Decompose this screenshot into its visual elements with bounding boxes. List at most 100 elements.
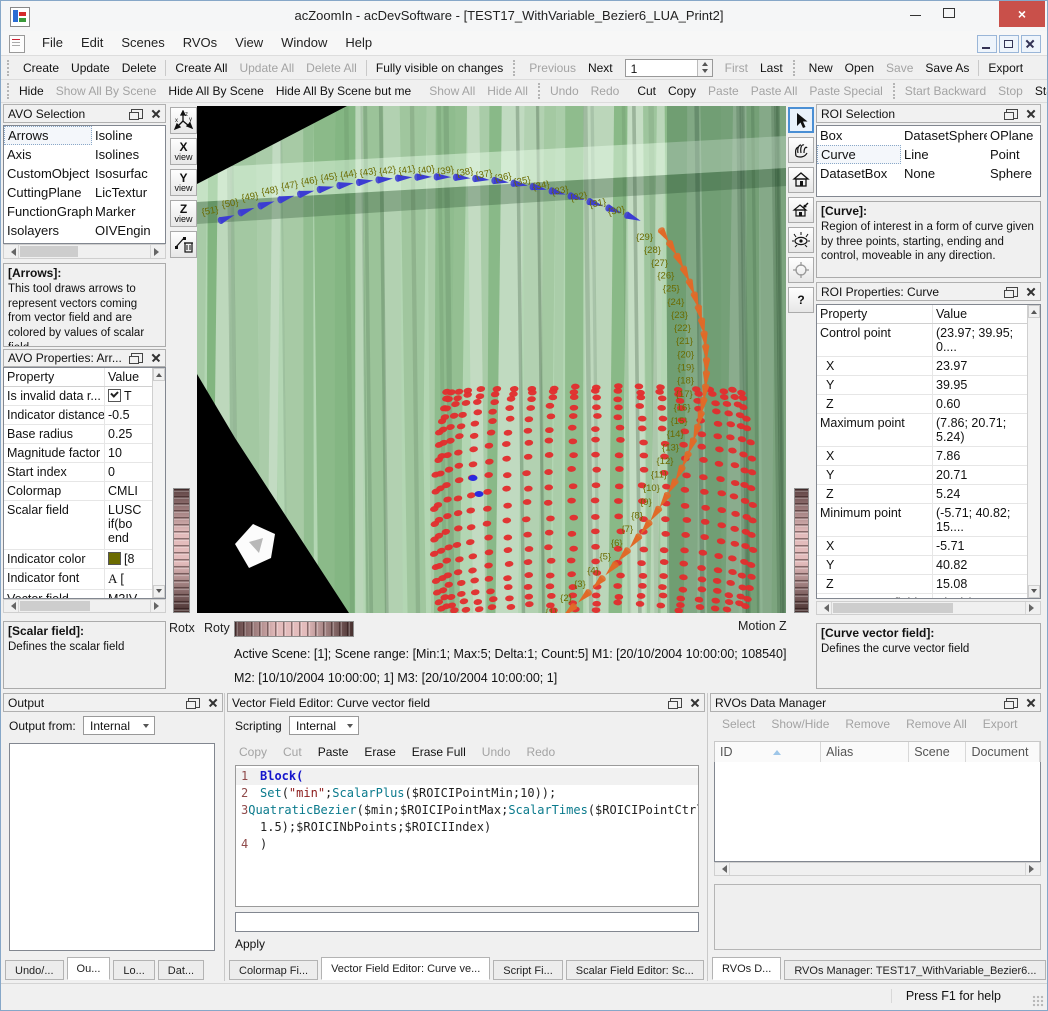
delete-curve-button[interactable] [170, 231, 197, 258]
list-item-lictextur[interactable]: LicTextur [92, 183, 162, 202]
tab-scalar-field-editor-sc[interactable]: Scalar Field Editor: Sc... [566, 960, 704, 980]
menu-button-erase[interactable]: Erase [356, 745, 403, 759]
float-panel-icon[interactable] [1006, 287, 1018, 297]
list-item-cuttingplane[interactable]: CuttingPlane [4, 183, 92, 202]
menu-file[interactable]: File [33, 31, 72, 55]
list-item-isoline[interactable]: Isoline [92, 126, 162, 145]
toolbar-grip[interactable] [538, 83, 540, 99]
close-panel-icon[interactable] [1026, 109, 1036, 119]
list-item-datasetbox[interactable]: DatasetBox [817, 164, 901, 183]
y-view-button[interactable]: Y view [170, 169, 197, 196]
viewer-help-button[interactable]: ? [788, 287, 814, 313]
x-view-button[interactable]: X view [170, 138, 197, 165]
close-panel-icon[interactable] [151, 353, 161, 363]
toolbar-button-create-all[interactable]: Create All [169, 61, 233, 75]
pan-tool-button[interactable] [788, 137, 814, 163]
toolbar-button-delete[interactable]: Delete [116, 61, 163, 75]
list-item-line[interactable]: Line [901, 145, 987, 164]
float-panel-icon[interactable] [1006, 698, 1018, 708]
toolbar-grip[interactable] [7, 60, 13, 76]
toolbar-button-hide[interactable]: Hide [13, 84, 50, 98]
close-panel-icon[interactable] [690, 698, 700, 708]
menu-rvos[interactable]: RVOs [174, 31, 226, 55]
avo-table-vscrollbar[interactable] [152, 368, 165, 598]
toolbar-grip[interactable] [7, 83, 9, 99]
property-row-vector-field[interactable]: Vector fieldM3!V [4, 590, 165, 599]
list-item-isosurfac[interactable]: Isosurfac [92, 164, 162, 183]
rvos-table-hscrollbar[interactable] [714, 862, 1041, 876]
property-row-z[interactable]: Z0.60 [817, 395, 1040, 414]
close-panel-icon[interactable] [1026, 287, 1036, 297]
avo-selection-list[interactable]: ArrowsIsolineAxisIsolinesCustomObjectIso… [3, 125, 166, 244]
scroll-left-icon[interactable] [4, 600, 19, 612]
scroll-right-icon[interactable] [150, 600, 165, 612]
roi-table-vscrollbar[interactable] [1027, 305, 1040, 598]
property-row-curve-vector-field[interactable]: Curve vector fieldBlock( Set("min";Scala… [817, 594, 1040, 599]
menu-help[interactable]: Help [336, 31, 381, 55]
mdi-minimize-button[interactable] [977, 35, 997, 53]
maximize-button[interactable] [933, 1, 965, 25]
toolbar-button-last[interactable]: Last [754, 61, 789, 75]
float-panel-icon[interactable] [1006, 109, 1018, 119]
scroll-left-icon[interactable] [817, 602, 832, 614]
toolbar-button-cut[interactable]: Cut [631, 84, 662, 98]
menu-scenes[interactable]: Scenes [112, 31, 173, 55]
toolbar-button-hide-all-by-scene-but-me[interactable]: Hide All By Scene but me [270, 84, 417, 98]
toolbar-button-save-as[interactable]: Save As [919, 61, 975, 75]
toolbar-button-create[interactable]: Create [17, 61, 65, 75]
pointer-tool-button[interactable] [788, 107, 814, 133]
avo-properties-table[interactable]: PropertyValueIs invalid data r...TIndica… [3, 367, 166, 599]
tab-rvos-manager-test17-withvariable-bezier6[interactable]: RVOs Manager: TEST17_WithVariable_Bezier… [784, 960, 1046, 980]
toolbar-grip[interactable] [513, 60, 519, 76]
scene-number-spinner[interactable]: 1 [625, 59, 713, 77]
set-home-view-button[interactable] [788, 197, 814, 223]
toolbar-button-new[interactable]: New [803, 61, 839, 75]
scroll-right-icon[interactable] [1025, 863, 1040, 875]
z-view-button[interactable]: Z view [170, 200, 197, 227]
menu-window[interactable]: Window [272, 31, 336, 55]
roi-table-hscrollbar[interactable] [816, 601, 1041, 615]
list-item-isolines[interactable]: Isolines [92, 145, 162, 164]
scroll-left-icon[interactable] [715, 863, 730, 875]
list-item-axis[interactable]: Axis [4, 145, 92, 164]
view-all-button[interactable] [788, 227, 814, 253]
property-row-is-invalid-data-r[interactable]: Is invalid data r...T [4, 387, 165, 406]
resize-grip[interactable] [1032, 995, 1044, 1007]
column-header-document[interactable]: Document [966, 742, 1040, 762]
column-header-scene[interactable]: Scene [909, 742, 966, 762]
list-item-none[interactable]: None [901, 164, 987, 183]
property-row-scalar-field[interactable]: Scalar fieldLUSC if(bo end [4, 501, 165, 550]
home-view-button[interactable] [788, 167, 814, 193]
scroll-up-icon[interactable] [1028, 305, 1040, 318]
tab-ou[interactable]: Ou... [67, 957, 111, 980]
tab-lo[interactable]: Lo... [113, 960, 154, 980]
property-row-magnitude-factor[interactable]: Magnitude factor10 [4, 444, 165, 463]
rotation-thumbwheel[interactable] [234, 621, 354, 637]
close-panel-icon[interactable] [151, 109, 161, 119]
close-button[interactable]: × [999, 1, 1045, 27]
menu-button-paste[interactable]: Paste [310, 745, 357, 759]
close-panel-icon[interactable] [208, 698, 218, 708]
spinner-arrows[interactable] [697, 60, 712, 76]
property-row-indicator-font[interactable]: Indicator fontA[ [4, 569, 165, 590]
toolbar-button-start-forward[interactable]: Start Forward [1029, 84, 1047, 98]
scroll-down-icon[interactable] [1028, 585, 1040, 598]
toolbar-button-hide-all-by-scene[interactable]: Hide All By Scene [162, 84, 269, 98]
float-panel-icon[interactable] [131, 109, 143, 119]
float-panel-icon[interactable] [131, 353, 143, 363]
menu-view[interactable]: View [226, 31, 272, 55]
mdi-restore-button[interactable] [999, 35, 1019, 53]
roi-properties-table[interactable]: PropertyValueControl point(23.97; 39.95;… [816, 304, 1041, 599]
tab-colormap-fi[interactable]: Colormap Fi... [229, 960, 318, 980]
property-row-y[interactable]: Y40.82 [817, 556, 1040, 575]
checkbox-checked-icon[interactable] [108, 389, 121, 402]
tab-dat[interactable]: Dat... [158, 960, 204, 980]
list-item-customobject[interactable]: CustomObject [4, 164, 92, 183]
script-input-line[interactable] [235, 912, 699, 932]
toolbar-button-export[interactable]: Export [982, 61, 1029, 75]
roi-selection-list[interactable]: BoxDatasetSphereOPlaneCurveLinePointData… [816, 125, 1041, 197]
avo-list-hscrollbar[interactable] [3, 244, 166, 259]
property-row-y[interactable]: Y20.71 [817, 466, 1040, 485]
left-rotation-thumbwheel[interactable] [173, 488, 190, 613]
list-item-point[interactable]: Point [987, 145, 1037, 164]
